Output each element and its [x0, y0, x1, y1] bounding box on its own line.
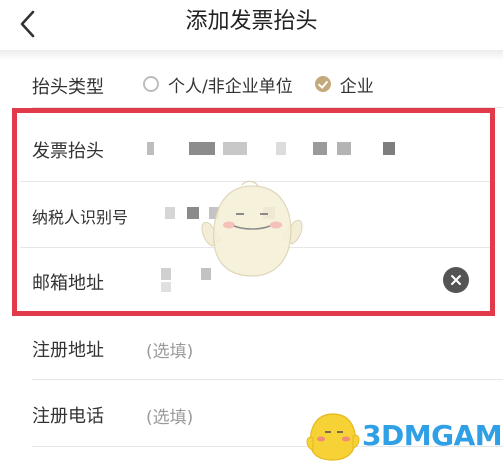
radio-company[interactable]: 企业	[314, 72, 374, 97]
radio-company-label: 企业	[339, 76, 374, 97]
register-address-row: 注册地址 (选填)	[0, 318, 503, 378]
register-phone-label: 注册电话	[32, 406, 104, 427]
radio-personal[interactable]: 个人/非企业单位	[143, 72, 293, 97]
divider	[32, 379, 503, 380]
radio-unchecked-icon	[143, 76, 159, 92]
obscured-text	[189, 142, 215, 155]
title-type-radio-group: 个人/非企业单位 企业	[143, 62, 396, 106]
title-type-row: 抬头类型 个人/非企业单位 企业	[0, 62, 503, 106]
obscured-text	[313, 142, 327, 155]
watermark-text: 3DMGAME	[362, 419, 503, 452]
obscured-text	[161, 268, 171, 280]
invoice-title-label: 发票抬头	[32, 141, 104, 162]
register-phone-input[interactable]: (选填)	[146, 403, 193, 428]
obscured-text	[383, 142, 395, 155]
tax-id-label: 纳税人识别号	[32, 208, 129, 227]
page-title: 添加发票抬头	[185, 9, 318, 34]
obscured-text	[161, 282, 171, 292]
header-shadow	[0, 50, 503, 60]
obscured-text	[276, 142, 286, 155]
invoice-title-input[interactable]	[145, 133, 425, 163]
clear-icon	[451, 275, 461, 285]
email-label: 邮箱地址	[32, 273, 104, 294]
watermark-logo	[306, 413, 360, 461]
clear-button[interactable]	[443, 267, 469, 293]
invoice-title-row: 发票抬头	[0, 117, 503, 179]
obscured-text	[223, 142, 247, 155]
title-type-label: 抬头类型	[32, 77, 104, 98]
radio-checked-icon	[314, 76, 331, 92]
obscured-text	[147, 142, 154, 155]
top-bar: 添加发票抬头	[0, 0, 503, 50]
radio-personal-label: 个人/非企业单位	[168, 76, 293, 97]
obscured-text	[337, 142, 351, 155]
mascot-image	[201, 180, 303, 277]
register-address-label: 注册地址	[32, 340, 104, 361]
obscured-text	[165, 207, 175, 219]
register-address-input[interactable]: (选填)	[146, 337, 193, 362]
divider	[32, 107, 503, 108]
